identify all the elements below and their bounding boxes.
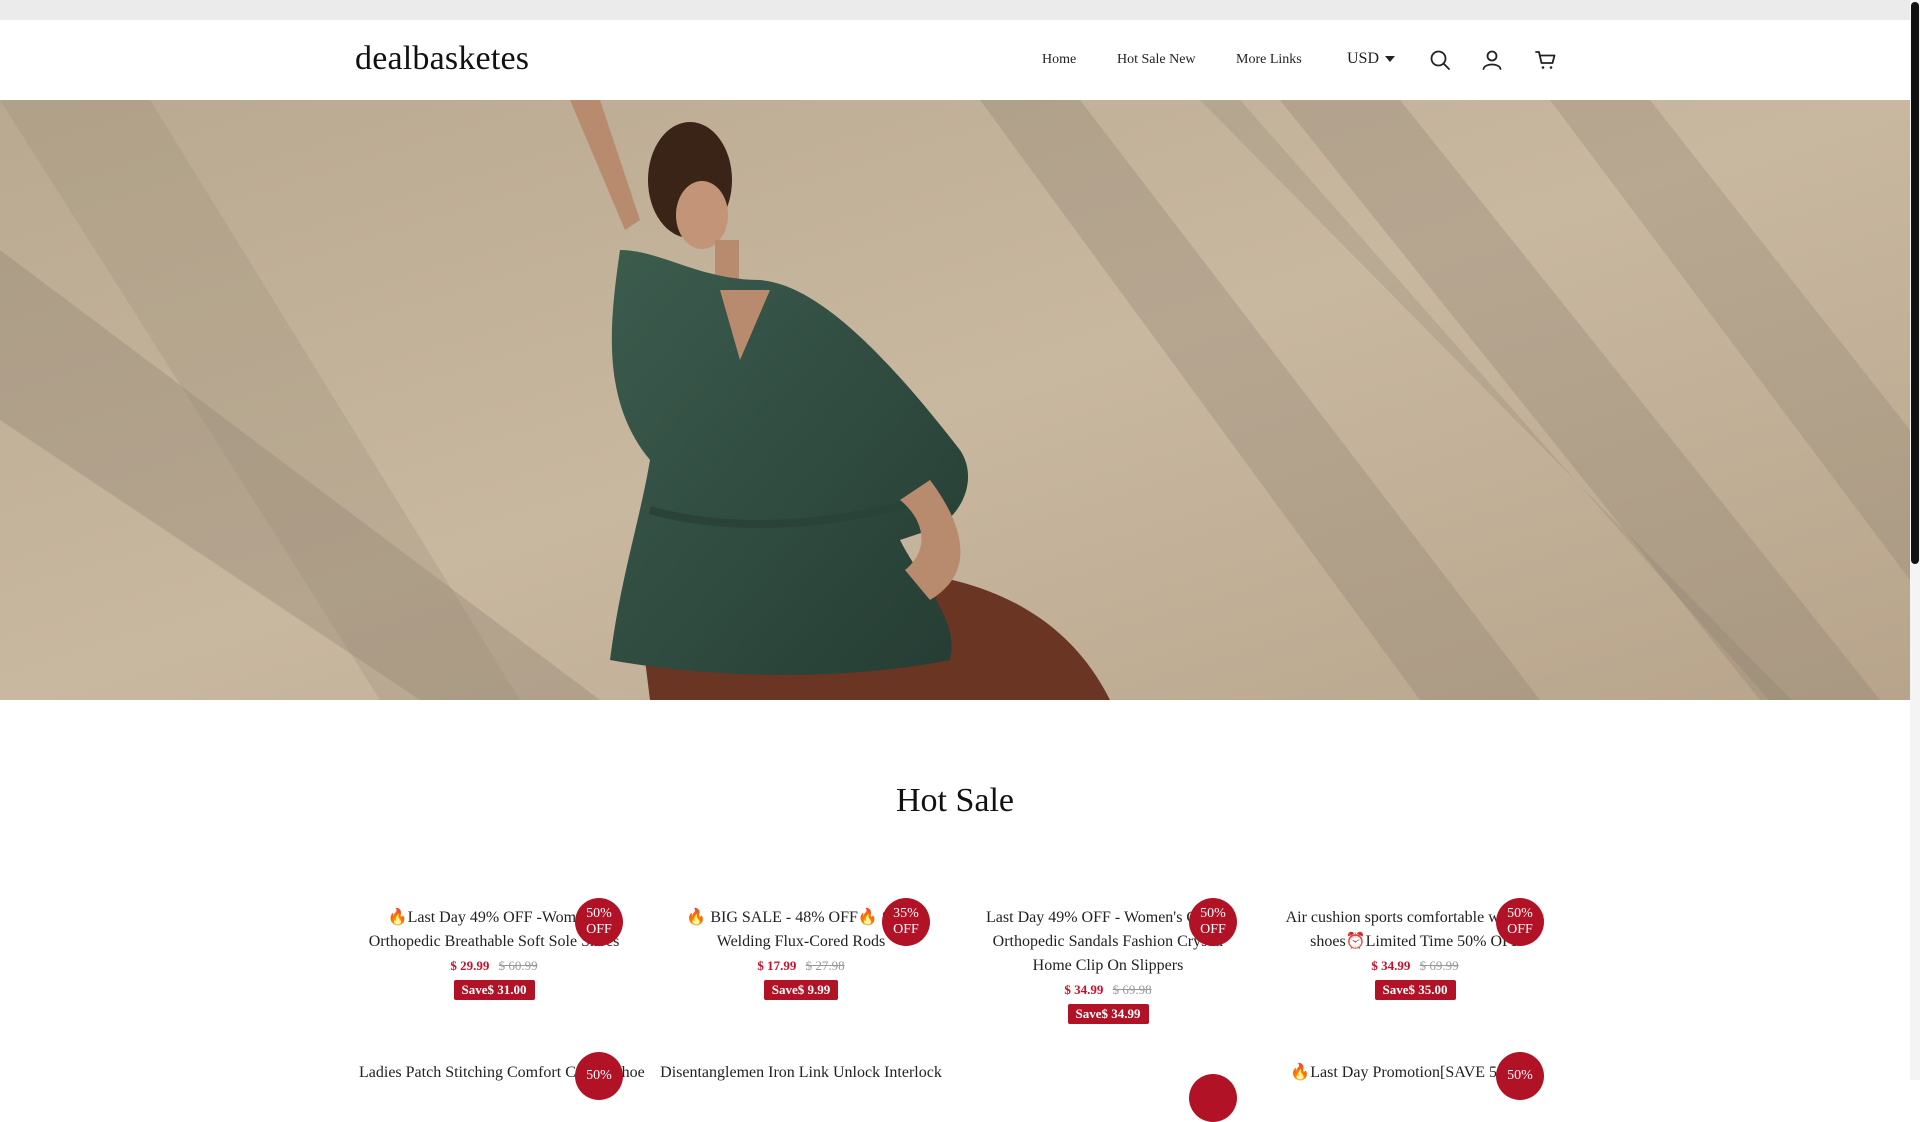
currency-selector[interactable]: USD	[1347, 50, 1396, 68]
scrollbar-thumb[interactable]	[1911, 2, 1919, 564]
chevron-down-icon	[1385, 56, 1396, 62]
save-badge: Save$ 31.00	[453, 980, 535, 1000]
nav-more-links[interactable]: More Links	[1236, 52, 1302, 68]
product-compare-price: $ 60.99	[498, 958, 538, 973]
hero-image	[0, 100, 1910, 700]
hero-banner[interactable]	[0, 100, 1910, 700]
discount-badge	[1189, 1074, 1237, 1122]
save-badge: Save$ 35.00	[1374, 980, 1456, 1000]
announcement-bar	[0, 0, 1910, 20]
store-logo[interactable]: dealbasketes	[355, 40, 529, 78]
badge-percent: 50%	[586, 906, 612, 921]
discount-badge: 50% OFF	[1189, 898, 1237, 946]
discount-badge: 50% OFF	[575, 898, 623, 946]
save-badge: Save$ 9.99	[763, 980, 839, 1000]
product-price: $ 17.99	[757, 958, 797, 973]
badge-percent: 50%	[1507, 1068, 1533, 1083]
product-price: $ 34.99	[1371, 958, 1411, 973]
product-title[interactable]: Disentanglemen Iron Link Unlock Interloc…	[651, 1061, 951, 1085]
site-header: dealbasketes Home Hot Sale New More Link…	[0, 20, 1910, 100]
product-card[interactable]: Disentanglemen Iron Link Unlock Interloc…	[651, 1061, 951, 1085]
badge-percent: 50%	[1507, 906, 1533, 921]
product-compare-price: $ 69.98	[1112, 982, 1152, 997]
section-title-hot-sale: Hot Sale	[895, 782, 1015, 819]
badge-off: OFF	[893, 922, 919, 937]
cart-icon[interactable]	[1534, 48, 1558, 72]
save-badge: Save$ 34.99	[1067, 1004, 1149, 1024]
discount-badge: 50% OFF	[1496, 898, 1544, 946]
product-price: $ 34.99	[1064, 982, 1104, 997]
account-icon[interactable]	[1480, 48, 1504, 72]
discount-badge: 50%	[575, 1052, 623, 1100]
product-compare-price: $ 27.98	[805, 958, 845, 973]
discount-badge: 35% OFF	[882, 898, 930, 946]
product-compare-price: $ 69.99	[1419, 958, 1459, 973]
search-icon[interactable]	[1428, 48, 1452, 72]
badge-percent: 50%	[1200, 906, 1226, 921]
badge-percent: 50%	[586, 1068, 612, 1083]
badge-percent: 35%	[893, 906, 919, 921]
product-price: $ 29.99	[450, 958, 490, 973]
badge-off: OFF	[1200, 922, 1226, 937]
currency-label: USD	[1347, 50, 1380, 67]
discount-badge: 50%	[1496, 1052, 1544, 1100]
scrollbar-track[interactable]	[1910, 0, 1920, 1080]
nav-home[interactable]: Home	[1042, 52, 1076, 68]
badge-off: OFF	[1507, 922, 1533, 937]
nav-hot-sale-new[interactable]: Hot Sale New	[1117, 52, 1196, 68]
badge-off: OFF	[586, 922, 612, 937]
